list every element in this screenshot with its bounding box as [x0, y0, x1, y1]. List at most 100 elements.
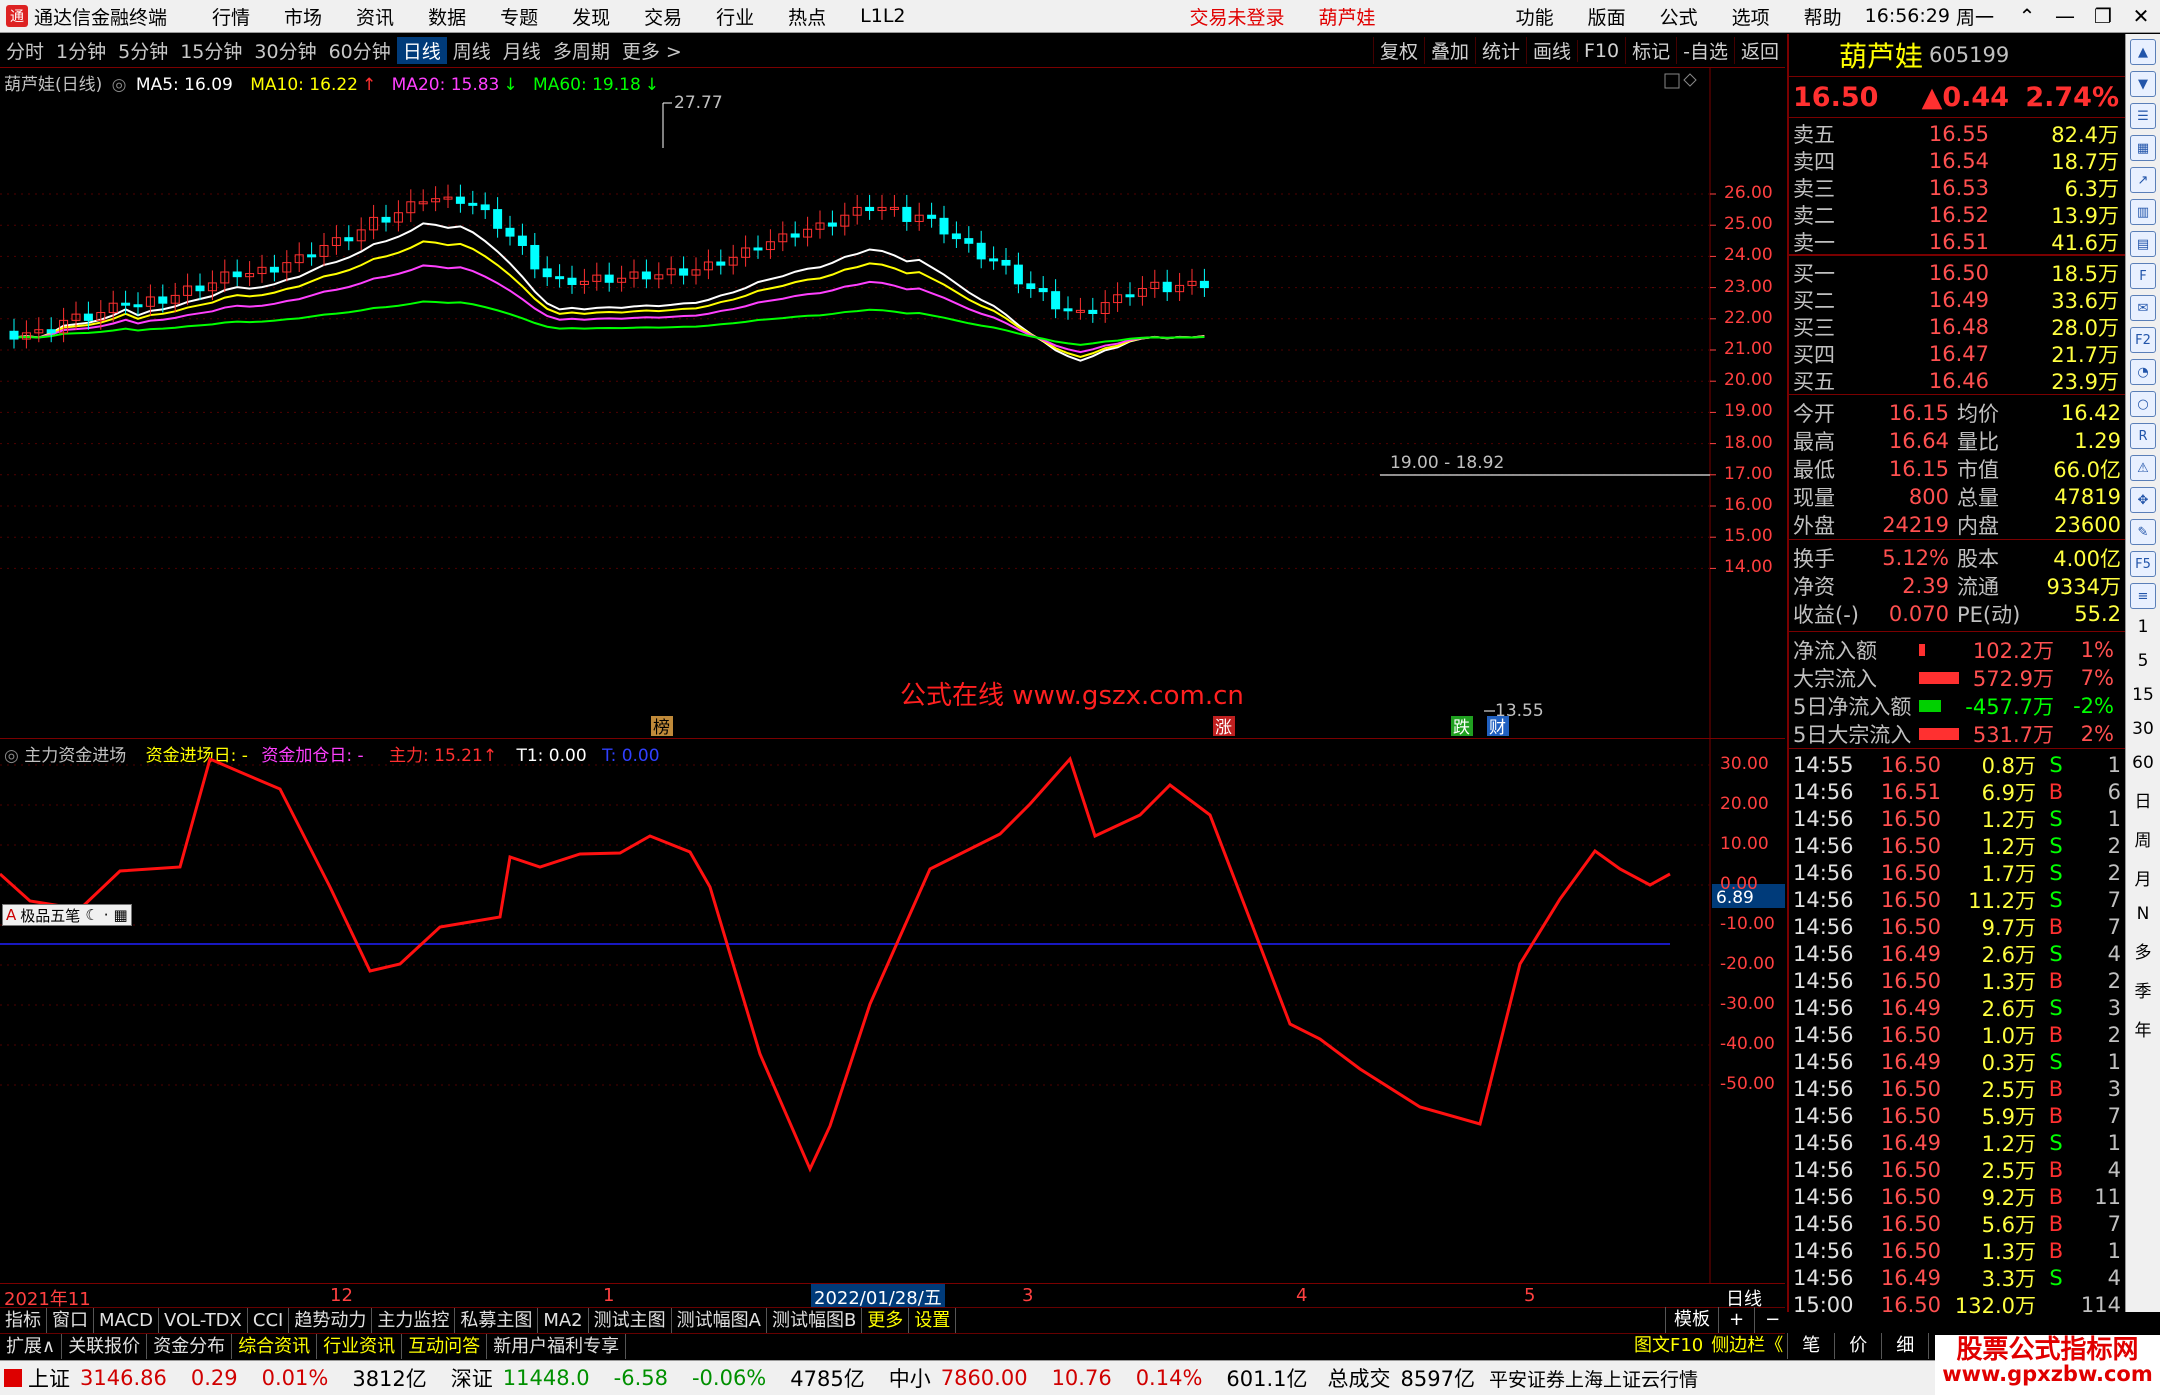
- extension-tab[interactable]: 行业资讯: [317, 1334, 403, 1359]
- table-icon[interactable]: ▤: [2130, 231, 2156, 257]
- remove-pane-button[interactable]: −: [1754, 1307, 1790, 1333]
- indicator-tab[interactable]: MA2: [538, 1308, 589, 1333]
- sidebar-period[interactable]: 60: [2132, 753, 2154, 773]
- circle-icon[interactable]: ○: [2130, 391, 2156, 417]
- arrow-up-icon[interactable]: ▲: [2130, 39, 2156, 65]
- sh-label[interactable]: 上证: [28, 1363, 70, 1393]
- tab-xi[interactable]: 细: [1881, 1333, 1928, 1359]
- indicator-tab[interactable]: 测试主图: [589, 1308, 672, 1333]
- sidebar-period[interactable]: 周: [2135, 826, 2152, 851]
- collapse-icon[interactable]: ⌃: [2008, 4, 2046, 28]
- indicator-tab[interactable]: 主力监控: [372, 1308, 456, 1333]
- adjust-button[interactable]: 复权: [1372, 37, 1424, 64]
- menu-help[interactable]: 帮助: [1787, 3, 1859, 30]
- sidebar-period[interactable]: 年: [2135, 1016, 2152, 1041]
- period-5m[interactable]: 5分钟: [112, 37, 174, 64]
- indicator-tab[interactable]: MACD: [94, 1308, 159, 1333]
- stats-button[interactable]: 统计: [1474, 37, 1526, 64]
- back-button[interactable]: 返回: [1733, 37, 1785, 64]
- price-chart-svg[interactable]: 19.00 - 18.92 27.77 13.55 公式在线 www.gszx.…: [0, 68, 1785, 738]
- mark-button[interactable]: 标记: [1625, 37, 1676, 64]
- sidebar-period[interactable]: 5: [2138, 651, 2149, 671]
- period-monthly[interactable]: 月线: [497, 37, 547, 64]
- price-chart[interactable]: 葫芦娃(日线) ◎ MA5: 16.09 MA10: 16.22 ↑ MA20: …: [0, 68, 1785, 738]
- list-icon[interactable]: ☰: [2130, 103, 2156, 129]
- extension-tab[interactable]: 互动问答: [402, 1334, 488, 1359]
- watchlist-button[interactable]: -自选: [1676, 37, 1734, 64]
- period-60m[interactable]: 60分钟: [323, 37, 397, 64]
- menu-topic[interactable]: 专题: [483, 3, 555, 30]
- ime-dot-icon[interactable]: ·: [104, 906, 109, 924]
- sidebar-period[interactable]: 15: [2132, 685, 2154, 705]
- trade-status[interactable]: 交易未登录: [1173, 3, 1302, 30]
- template-button[interactable]: 模板: [1665, 1307, 1718, 1333]
- menu-market[interactable]: 市场: [267, 3, 339, 30]
- sidebar-period[interactable]: 月: [2135, 865, 2152, 890]
- indicator-pane[interactable]: ◎ 主力资金进场 资金进场日: - 资金加仓日: - 主力: 15.21↑ T1…: [0, 738, 1785, 1284]
- extension-tab[interactable]: 综合资讯: [232, 1334, 318, 1359]
- indicator-tab[interactable]: 测试幅图A: [672, 1308, 767, 1333]
- menu-trade[interactable]: 交易: [627, 3, 699, 30]
- ime-toolbar[interactable]: A 极品五笔 ☾ · ▦: [2, 904, 132, 926]
- indicator-tab[interactable]: 更多: [862, 1308, 910, 1333]
- menu-layout[interactable]: 版面: [1571, 3, 1643, 30]
- candle-icon[interactable]: ▥: [2130, 199, 2156, 225]
- menu-hq[interactable]: 行情: [195, 3, 267, 30]
- pie-icon[interactable]: ◔: [2130, 359, 2156, 385]
- period-15m[interactable]: 15分钟: [174, 37, 248, 64]
- extension-tab[interactable]: 扩展∧: [0, 1334, 63, 1359]
- ime-keyboard-icon[interactable]: ▦: [114, 906, 128, 924]
- overlay-button[interactable]: 叠加: [1423, 37, 1475, 64]
- close-icon[interactable]: ✕: [2122, 4, 2160, 28]
- indicator-tab[interactable]: 测试幅图B: [767, 1308, 863, 1333]
- restore-icon[interactable]: ❐: [2084, 4, 2122, 28]
- indicator-tab[interactable]: 设置: [909, 1308, 957, 1333]
- f10-icon[interactable]: F: [2130, 263, 2156, 289]
- tab-jia[interactable]: 价: [1834, 1333, 1881, 1359]
- sz-label[interactable]: 深证: [451, 1363, 493, 1393]
- arrow-down-icon[interactable]: ▼: [2130, 71, 2156, 97]
- minimize-icon[interactable]: —: [2046, 4, 2084, 28]
- period-weekly[interactable]: 周线: [447, 37, 497, 64]
- chart-line-icon[interactable]: ↗: [2130, 167, 2156, 193]
- ladder-icon[interactable]: ≡: [2130, 583, 2156, 609]
- period-tick[interactable]: 分时: [0, 37, 50, 64]
- menu-options[interactable]: 选项: [1715, 3, 1787, 30]
- draw-button[interactable]: 画线: [1525, 37, 1577, 64]
- period-multi[interactable]: 多周期: [547, 37, 616, 64]
- period-more[interactable]: 更多 >: [616, 37, 688, 64]
- extension-tab[interactable]: 关联报价: [62, 1334, 148, 1359]
- sidebar-period[interactable]: 季: [2135, 977, 2152, 1002]
- sidebar-period[interactable]: 日: [2135, 787, 2152, 812]
- indicator-svg[interactable]: 6.89: [0, 739, 1785, 1284]
- sidebar-period[interactable]: 30: [2132, 719, 2154, 739]
- rsi-icon[interactable]: R: [2130, 423, 2156, 449]
- indicator-tab[interactable]: 私募主图: [455, 1308, 539, 1333]
- sidebar-period[interactable]: N: [2137, 904, 2150, 924]
- pen-icon[interactable]: ✎: [2130, 519, 2156, 545]
- indicator-tab[interactable]: 窗口: [47, 1308, 94, 1333]
- period-30m[interactable]: 30分钟: [248, 37, 322, 64]
- menu-industry[interactable]: 行业: [699, 3, 771, 30]
- indicator-tab[interactable]: VOL-TDX: [159, 1308, 248, 1333]
- menu-data[interactable]: 数据: [411, 3, 483, 30]
- news-icon[interactable]: ✉: [2130, 295, 2156, 321]
- ime-moon-icon[interactable]: ☾: [85, 906, 98, 924]
- grid-icon[interactable]: ▦: [2130, 135, 2156, 161]
- menu-l1l2[interactable]: L1L2: [843, 5, 922, 27]
- period-daily[interactable]: 日线: [396, 37, 447, 64]
- indicator-tab[interactable]: 趋势动力: [289, 1308, 373, 1333]
- menu-news[interactable]: 资讯: [339, 3, 411, 30]
- extension-tab[interactable]: 新用户福利专享: [487, 1334, 627, 1359]
- f10-tab[interactable]: 图文F10: [1630, 1333, 1707, 1359]
- menu-discover[interactable]: 发现: [555, 3, 627, 30]
- sidebar-period[interactable]: 多: [2135, 938, 2152, 963]
- period-1m[interactable]: 1分钟: [50, 37, 112, 64]
- zx-label[interactable]: 中小: [889, 1363, 931, 1393]
- move-icon[interactable]: ✥: [2130, 487, 2156, 513]
- sidebar-tab[interactable]: 侧边栏《: [1707, 1333, 1787, 1359]
- indicator-tab[interactable]: 指标: [0, 1308, 47, 1333]
- f2-icon[interactable]: F2: [2130, 327, 2156, 353]
- add-pane-button[interactable]: +: [1718, 1307, 1754, 1333]
- menu-function[interactable]: 功能: [1499, 3, 1571, 30]
